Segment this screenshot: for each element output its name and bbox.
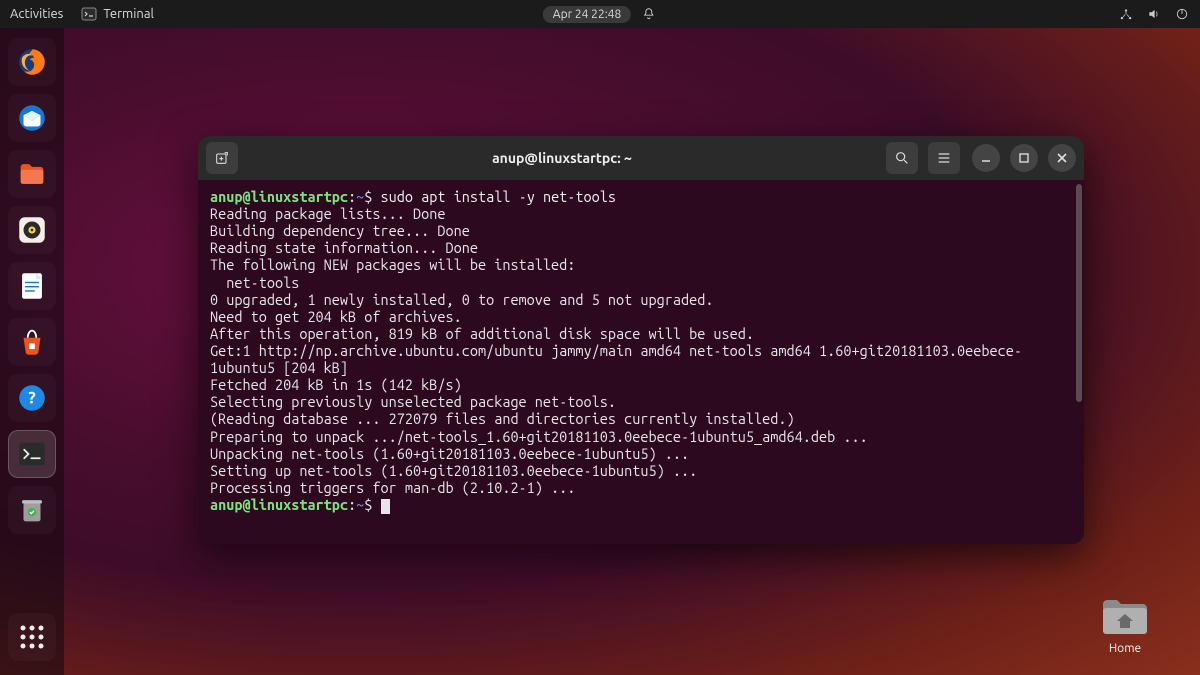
dock-trash[interactable] [8,486,56,534]
top-panel: Activities Terminal Apr 24 22:48 [0,0,1200,28]
window-title: anup@linuxstartpc: ~ [244,150,880,166]
volume-icon[interactable] [1146,6,1162,22]
terminal-window: anup@linuxstartpc: ~ anup@linuxstartpc:~… [198,136,1084,544]
terminal-body[interactable]: anup@linuxstartpc:~$ sudo apt install -y… [198,180,1084,544]
power-icon[interactable] [1174,6,1190,22]
minimize-button[interactable] [972,144,1000,172]
topbar-app-label: Terminal [103,7,154,21]
svg-text:?: ? [28,389,36,408]
dock-firefox[interactable] [8,38,56,86]
terminal-titlebar[interactable]: anup@linuxstartpc: ~ [198,136,1084,180]
dock: ? [0,28,64,675]
clock[interactable]: Apr 24 22:48 [543,6,631,23]
dock-rhythmbox[interactable] [8,206,56,254]
dock-help[interactable]: ? [8,374,56,422]
desktop-home-folder[interactable]: Home [1090,594,1160,655]
search-button[interactable] [886,142,918,174]
dock-thunderbird[interactable] [8,94,56,142]
network-icon[interactable] [1118,6,1134,22]
dock-files[interactable] [8,150,56,198]
new-tab-button[interactable] [206,142,238,174]
hamburger-menu-button[interactable] [928,142,960,174]
dock-writer[interactable] [8,262,56,310]
notification-bell-icon[interactable] [641,6,657,22]
dock-software[interactable] [8,318,56,366]
activities-button[interactable]: Activities [10,7,63,21]
topbar-app-menu[interactable]: Terminal [81,6,154,22]
dock-app-grid[interactable] [8,613,56,661]
terminal-icon [81,6,97,22]
close-button[interactable] [1048,144,1076,172]
dock-terminal[interactable] [8,430,56,478]
maximize-button[interactable] [1010,144,1038,172]
home-folder-icon [1099,594,1151,638]
desktop-home-label: Home [1090,642,1160,655]
